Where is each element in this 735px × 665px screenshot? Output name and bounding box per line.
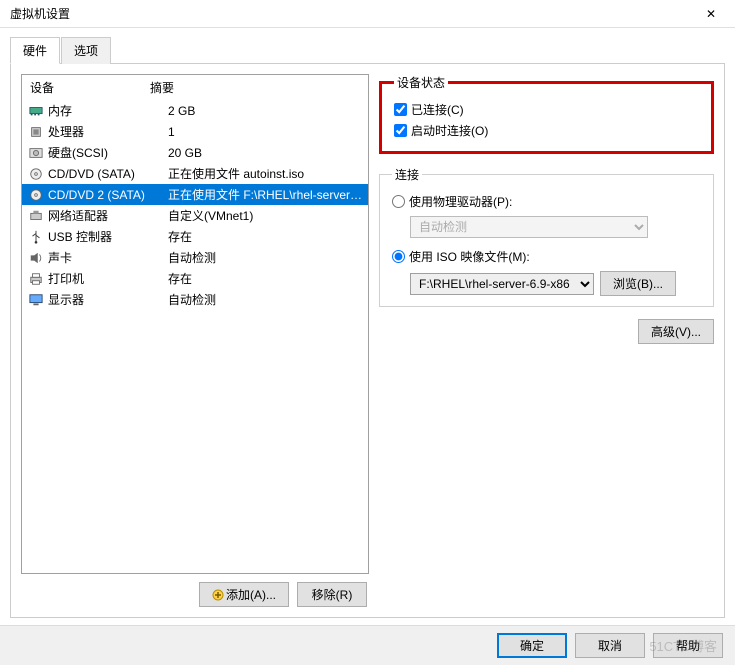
use-physical-label: 使用物理驱动器(P): bbox=[409, 193, 512, 210]
device-name: 网络适配器 bbox=[48, 207, 164, 224]
right-column: 设备状态 已连接(C) 启动时连接(O) 连接 使用物理驱动器(P): bbox=[379, 74, 714, 607]
device-row-harddisk[interactable]: 硬盘(SCSI) 20 GB bbox=[22, 142, 368, 163]
device-summary: 存在 bbox=[168, 228, 364, 245]
use-physical-radio[interactable] bbox=[392, 195, 405, 208]
device-row-network[interactable]: 网络适配器 自定义(VMnet1) bbox=[22, 205, 368, 226]
device-list-header: 设备 摘要 bbox=[22, 75, 368, 100]
iso-path-select[interactable]: F:\RHEL\rhel-server-6.9-x86 bbox=[410, 273, 594, 295]
header-device: 设备 bbox=[30, 79, 150, 96]
use-iso-radio[interactable] bbox=[392, 250, 405, 263]
device-name: 处理器 bbox=[48, 123, 164, 140]
cpu-icon bbox=[28, 125, 44, 139]
ok-button[interactable]: 确定 bbox=[497, 633, 567, 658]
content-area: 硬件 选项 设备 摘要 内存 2 GB 处理器 1 bbox=[0, 28, 735, 624]
advanced-row: 高级(V)... bbox=[379, 319, 714, 344]
printer-icon bbox=[28, 272, 44, 286]
add-button[interactable]: 添加(A)... bbox=[199, 582, 289, 607]
tab-body: 设备 摘要 内存 2 GB 处理器 1 硬盘(SCSI) 20 GB bbox=[10, 64, 725, 618]
device-row-cddvd1[interactable]: CD/DVD (SATA) 正在使用文件 autoinst.iso bbox=[22, 163, 368, 184]
physical-sub: 自动检测 bbox=[410, 216, 701, 238]
usb-icon bbox=[28, 230, 44, 244]
connected-checkbox[interactable] bbox=[394, 103, 407, 116]
device-status-legend: 设备状态 bbox=[394, 74, 448, 91]
device-status-group: 设备状态 已连接(C) 启动时连接(O) bbox=[379, 74, 714, 154]
device-summary: 1 bbox=[168, 125, 364, 139]
device-row-usb[interactable]: USB 控制器 存在 bbox=[22, 226, 368, 247]
device-name: 打印机 bbox=[48, 270, 164, 287]
device-list: 设备 摘要 内存 2 GB 处理器 1 硬盘(SCSI) 20 GB bbox=[21, 74, 369, 574]
device-summary: 自动检测 bbox=[168, 249, 364, 266]
titlebar: 虚拟机设置 ✕ bbox=[0, 0, 735, 28]
add-button-label: 添加(A)... bbox=[226, 586, 276, 603]
device-summary: 自定义(VMnet1) bbox=[168, 207, 364, 224]
device-name: CD/DVD 2 (SATA) bbox=[48, 188, 164, 202]
connection-group: 连接 使用物理驱动器(P): 自动检测 使用 ISO 映像文件(M): bbox=[379, 166, 714, 307]
add-icon bbox=[212, 589, 224, 601]
advanced-button[interactable]: 高级(V)... bbox=[638, 319, 714, 344]
connect-poweron-row[interactable]: 启动时连接(O) bbox=[394, 120, 699, 141]
display-icon bbox=[28, 293, 44, 307]
device-name: 显示器 bbox=[48, 291, 164, 308]
device-row-processor[interactable]: 处理器 1 bbox=[22, 121, 368, 142]
device-summary: 正在使用文件 F:\RHEL\rhel-server-6... bbox=[168, 186, 364, 203]
bottom-bar: 确定 取消 帮助 bbox=[0, 625, 735, 665]
device-row-memory[interactable]: 内存 2 GB bbox=[22, 100, 368, 121]
device-name: CD/DVD (SATA) bbox=[48, 167, 164, 181]
use-iso-row[interactable]: 使用 ISO 映像文件(M): bbox=[392, 246, 701, 267]
connected-label: 已连接(C) bbox=[411, 101, 464, 118]
window-title: 虚拟机设置 bbox=[10, 5, 691, 22]
device-row-display[interactable]: 显示器 自动检测 bbox=[22, 289, 368, 310]
close-icon: ✕ bbox=[706, 7, 716, 21]
cancel-button[interactable]: 取消 bbox=[575, 633, 645, 658]
connection-legend: 连接 bbox=[392, 166, 422, 183]
help-button[interactable]: 帮助 bbox=[653, 633, 723, 658]
connect-poweron-checkbox[interactable] bbox=[394, 124, 407, 137]
memory-icon bbox=[28, 104, 44, 118]
cd-icon bbox=[28, 188, 44, 202]
physical-drive-select: 自动检测 bbox=[410, 216, 648, 238]
connected-row[interactable]: 已连接(C) bbox=[394, 99, 699, 120]
device-summary: 20 GB bbox=[168, 146, 364, 160]
connect-poweron-label: 启动时连接(O) bbox=[411, 122, 488, 139]
device-name: USB 控制器 bbox=[48, 228, 164, 245]
browse-button[interactable]: 浏览(B)... bbox=[600, 271, 676, 296]
disk-icon bbox=[28, 146, 44, 160]
device-name: 硬盘(SCSI) bbox=[48, 144, 164, 161]
sound-icon bbox=[28, 251, 44, 265]
left-column: 设备 摘要 内存 2 GB 处理器 1 硬盘(SCSI) 20 GB bbox=[21, 74, 369, 607]
left-buttons: 添加(A)... 移除(R) bbox=[21, 574, 369, 607]
device-summary: 正在使用文件 autoinst.iso bbox=[168, 165, 364, 182]
device-summary: 存在 bbox=[168, 270, 364, 287]
tabs: 硬件 选项 bbox=[10, 36, 725, 64]
cd-icon bbox=[28, 167, 44, 181]
close-button[interactable]: ✕ bbox=[691, 3, 731, 25]
tab-hardware[interactable]: 硬件 bbox=[10, 37, 60, 64]
device-name: 声卡 bbox=[48, 249, 164, 266]
device-row-printer[interactable]: 打印机 存在 bbox=[22, 268, 368, 289]
network-icon bbox=[28, 209, 44, 223]
device-summary: 2 GB bbox=[168, 104, 364, 118]
remove-button[interactable]: 移除(R) bbox=[297, 582, 367, 607]
device-row-sound[interactable]: 声卡 自动检测 bbox=[22, 247, 368, 268]
iso-sub: F:\RHEL\rhel-server-6.9-x86 浏览(B)... bbox=[410, 271, 701, 296]
tab-options[interactable]: 选项 bbox=[61, 37, 111, 64]
use-iso-label: 使用 ISO 映像文件(M): bbox=[409, 248, 530, 265]
header-summary: 摘要 bbox=[150, 79, 360, 96]
device-name: 内存 bbox=[48, 102, 164, 119]
use-physical-row[interactable]: 使用物理驱动器(P): bbox=[392, 191, 701, 212]
device-row-cddvd2[interactable]: CD/DVD 2 (SATA) 正在使用文件 F:\RHEL\rhel-serv… bbox=[22, 184, 368, 205]
device-summary: 自动检测 bbox=[168, 291, 364, 308]
